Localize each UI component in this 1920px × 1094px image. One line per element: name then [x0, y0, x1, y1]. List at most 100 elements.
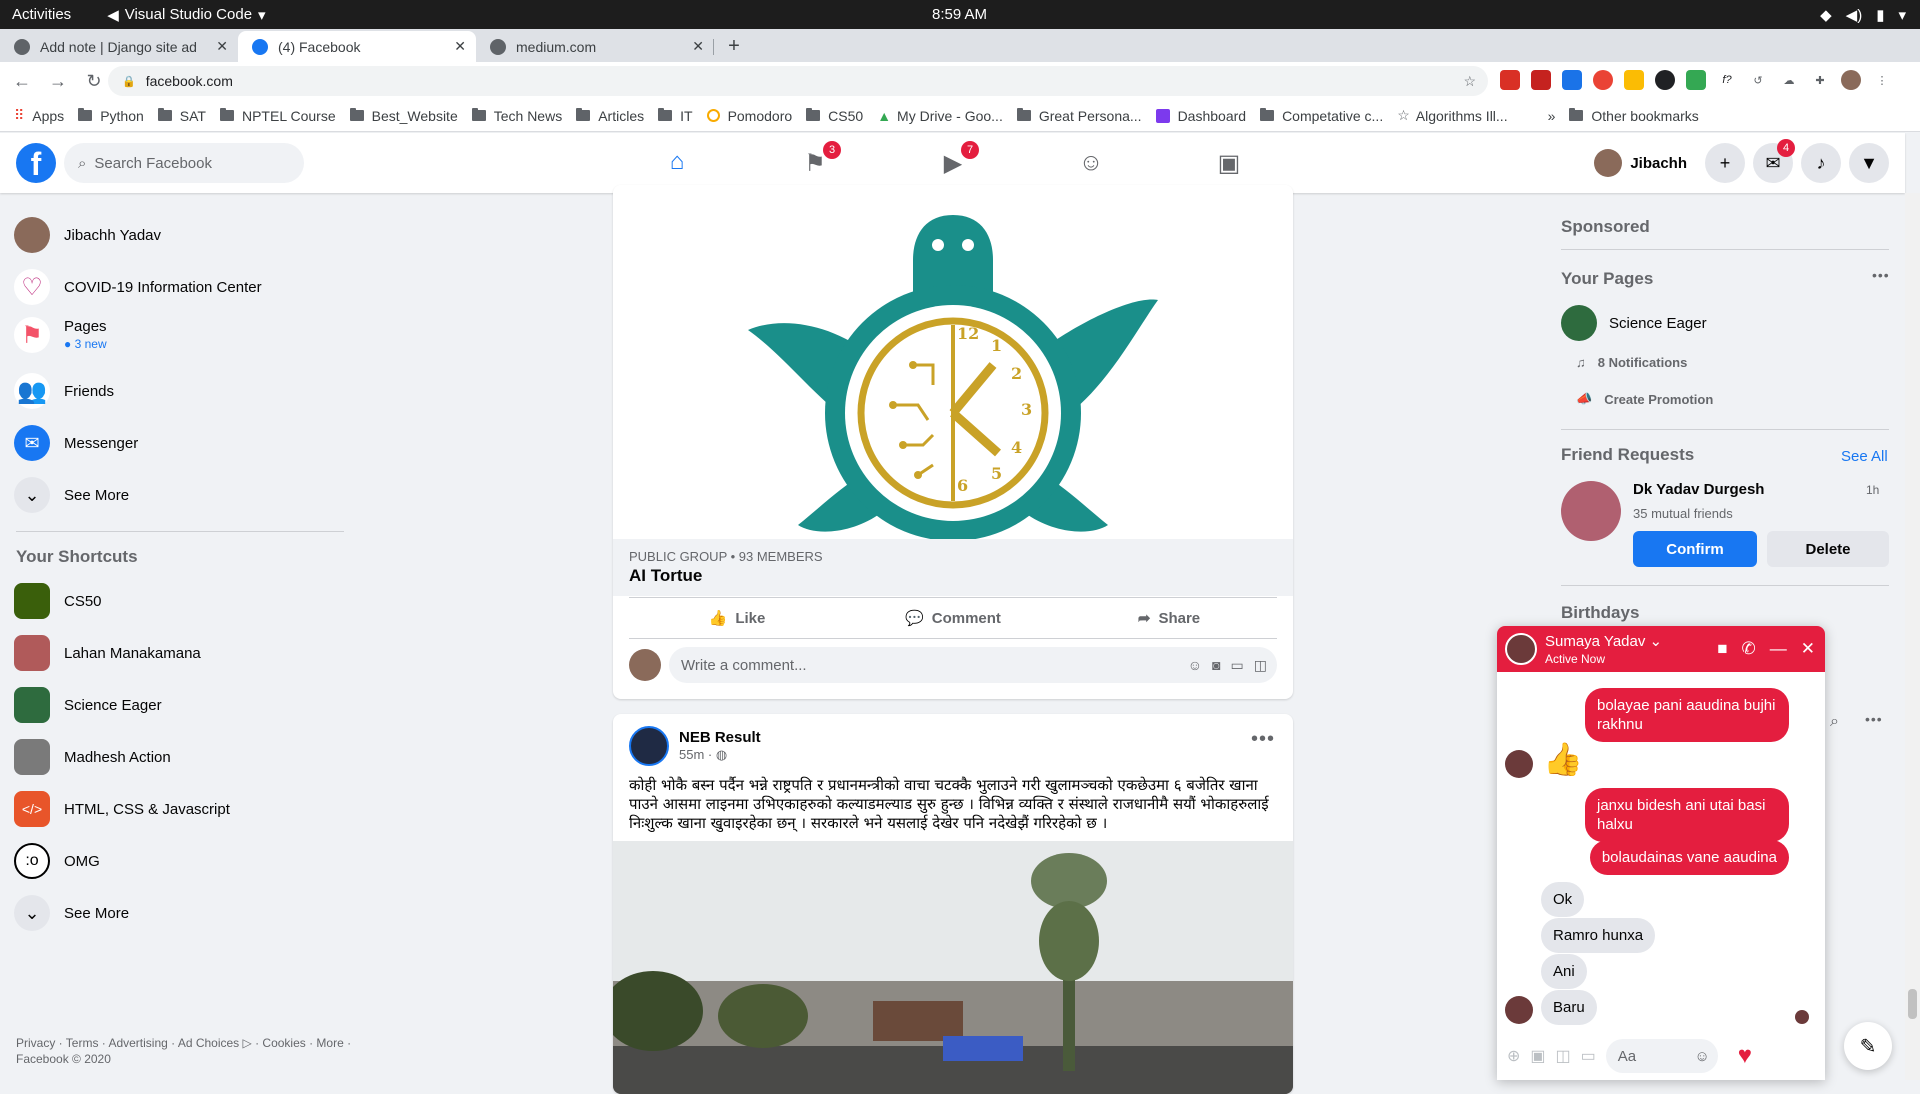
address-bar[interactable]: 🔒 facebook.com ☆: [108, 66, 1488, 96]
post-options-button[interactable]: •••: [1251, 728, 1275, 751]
bookmark-item[interactable]: ☆ Algorithms Ill...: [1397, 107, 1507, 124]
shortcut-item[interactable]: Science Eager: [14, 687, 162, 723]
delete-button[interactable]: Delete: [1767, 531, 1889, 567]
camera-icon[interactable]: ◙: [1212, 657, 1220, 674]
tab-gaming[interactable]: ▣: [1167, 133, 1291, 193]
requester-avatar[interactable]: [1561, 481, 1621, 541]
sidebar-item-messenger[interactable]: ✉ Messenger: [14, 425, 138, 461]
profile-chip[interactable]: Jibachh: [1590, 145, 1697, 181]
bookmark-item[interactable]: SAT: [157, 108, 206, 124]
create-button[interactable]: +: [1705, 143, 1745, 183]
like-button[interactable]: 👍 Like: [629, 598, 845, 638]
search-icon[interactable]: ⌕: [1830, 713, 1839, 731]
extension-icon[interactable]: [1500, 70, 1520, 90]
footer-links[interactable]: Privacy · Terms · Advertising · Ad Choic…: [16, 1035, 356, 1067]
tab-facebook[interactable]: (4) Facebook ✕: [238, 31, 476, 62]
tab-groups[interactable]: ☺: [1029, 133, 1153, 193]
see-more-shortcuts-button[interactable]: ⌄ See More: [14, 895, 129, 931]
search-input[interactable]: ⌕ Search Facebook: [64, 143, 304, 183]
group-info[interactable]: PUBLIC GROUP • 93 MEMBERS AI Tortue: [613, 539, 1293, 596]
minimize-icon[interactable]: —: [1770, 639, 1787, 659]
sidebar-item-profile[interactable]: Jibachh Yadav: [14, 217, 161, 253]
shortcut-item[interactable]: Madhesh Action: [14, 739, 171, 775]
scrollbar-thumb[interactable]: [1908, 989, 1917, 1019]
message-bubble-received[interactable]: Ramro hunxa: [1541, 918, 1656, 953]
bookmark-apps[interactable]: ⠿ Apps: [14, 107, 64, 124]
see-all-link[interactable]: See All: [1841, 448, 1888, 465]
system-tray[interactable]: ◆ ◀) ▮ ▾: [1820, 6, 1906, 24]
bookmark-item[interactable]: Pomodoro: [706, 108, 792, 124]
tab-home[interactable]: ⌂: [615, 133, 739, 193]
extension-icon[interactable]: [1531, 70, 1551, 90]
sidebar-item-friends[interactable]: 👥 Friends: [14, 373, 114, 409]
close-icon[interactable]: ✕: [1801, 639, 1815, 659]
puzzle-icon[interactable]: ✚: [1810, 70, 1830, 90]
message-bubble-sent[interactable]: bolayae pani aaudina bujhi rakhnu: [1585, 688, 1789, 742]
tab-medium[interactable]: medium.com ✕: [476, 31, 714, 62]
photo-icon[interactable]: ▣: [1530, 1046, 1545, 1066]
share-button[interactable]: ➦ Share: [1061, 598, 1277, 638]
post-timestamp[interactable]: 55m · ◍: [679, 747, 727, 762]
forward-arrow-icon[interactable]: →: [44, 71, 72, 92]
contacts-options-button[interactable]: •••: [1865, 711, 1883, 727]
tab-watch[interactable]: ▶ 7: [891, 133, 1015, 193]
extension-icon[interactable]: [1624, 70, 1644, 90]
bookmark-item[interactable]: Great Persona...: [1016, 108, 1142, 124]
lock-icon[interactable]: 🔒: [122, 75, 136, 88]
extension-icon[interactable]: [1686, 70, 1706, 90]
bookmark-item[interactable]: Dashboard: [1155, 108, 1246, 124]
heart-icon[interactable]: ♥: [1738, 1042, 1752, 1070]
bookmark-item[interactable]: Competative c...: [1260, 108, 1383, 124]
bookmark-item[interactable]: Best_Website: [349, 108, 458, 124]
create-promotion[interactable]: 📣 Create Promotion: [1576, 391, 1713, 407]
sticker-icon[interactable]: ◫: [1254, 657, 1267, 674]
see-more-button[interactable]: ⌄ See More: [14, 477, 129, 513]
emoji-icon[interactable]: ☺: [1694, 1048, 1709, 1065]
page-notifications[interactable]: ♫ 8 Notifications: [1576, 355, 1687, 370]
account-menu-button[interactable]: ▼: [1849, 143, 1889, 183]
comment-button[interactable]: 💬 Comment: [845, 598, 1061, 638]
shortcut-item[interactable]: Lahan Manakamana: [14, 635, 201, 671]
message-bubble-received[interactable]: Baru: [1541, 990, 1597, 1025]
more-bookmarks-chevron[interactable]: »: [1548, 108, 1556, 124]
activities-button[interactable]: Activities: [12, 6, 71, 23]
bookmark-item[interactable]: Python: [78, 108, 144, 124]
close-icon[interactable]: ✕: [454, 38, 466, 55]
message-bubble-sent[interactable]: janxu bidesh ani utai basi halxu: [1585, 788, 1789, 842]
close-icon[interactable]: ✕: [692, 38, 704, 55]
message-bubble-received[interactable]: Ani: [1541, 954, 1587, 989]
app-menu[interactable]: ◀ Visual Studio Code ▾: [107, 6, 265, 24]
bookmark-item[interactable]: ▲ My Drive - Goo...: [877, 108, 1003, 124]
new-message-button[interactable]: ✎: [1844, 1022, 1892, 1070]
bookmark-item[interactable]: CS50: [806, 108, 863, 124]
messenger-button[interactable]: ✉ 4: [1753, 139, 1795, 183]
group-name[interactable]: AI Tortue: [629, 566, 1277, 586]
message-bubble-sent[interactable]: bolaudainas vane aaudina: [1589, 840, 1789, 875]
post-author[interactable]: NEB Result: [679, 729, 761, 746]
plus-circle-icon[interactable]: ⊕: [1507, 1046, 1520, 1066]
bookmark-star-icon[interactable]: ☆: [1463, 73, 1476, 90]
profile-avatar-icon[interactable]: [1841, 70, 1861, 90]
shortcut-item[interactable]: </> HTML, CSS & Javascript: [14, 791, 230, 827]
function-icon[interactable]: f?: [1717, 70, 1737, 90]
back-arrow-icon[interactable]: ←: [8, 71, 36, 92]
page-item[interactable]: Science Eager: [1561, 305, 1707, 341]
shortcut-item[interactable]: :o OMG: [14, 843, 100, 879]
extension-icon[interactable]: [1655, 70, 1675, 90]
video-call-icon[interactable]: ■: [1717, 639, 1727, 659]
sidebar-item-covid[interactable]: ♡ COVID-19 Information Center: [14, 269, 262, 305]
page-scrollbar[interactable]: [1905, 193, 1920, 1080]
requester-name[interactable]: Dk Yadav Durgesh: [1633, 481, 1764, 498]
chat-name[interactable]: Sumaya Yadav ⌄: [1545, 632, 1662, 650]
cloud-icon[interactable]: ☁: [1779, 70, 1799, 90]
comment-input[interactable]: Write a comment... ☺ ◙ ▭ ◫: [669, 647, 1277, 683]
new-tab-button[interactable]: +: [720, 32, 748, 60]
bookmark-item[interactable]: Tech News: [471, 108, 562, 124]
sidebar-item-pages[interactable]: ⚑ Pages ● 3 new: [14, 317, 107, 353]
gif-icon[interactable]: ▭: [1231, 657, 1244, 674]
phone-icon[interactable]: ✆: [1742, 639, 1756, 659]
extension-icon[interactable]: [1562, 70, 1582, 90]
chat-header[interactable]: Sumaya Yadav ⌄ Active Now ■ ✆ — ✕: [1497, 626, 1825, 672]
bookmark-item[interactable]: NPTEL Course: [219, 108, 336, 124]
clock[interactable]: 8:59 AM: [932, 6, 987, 23]
